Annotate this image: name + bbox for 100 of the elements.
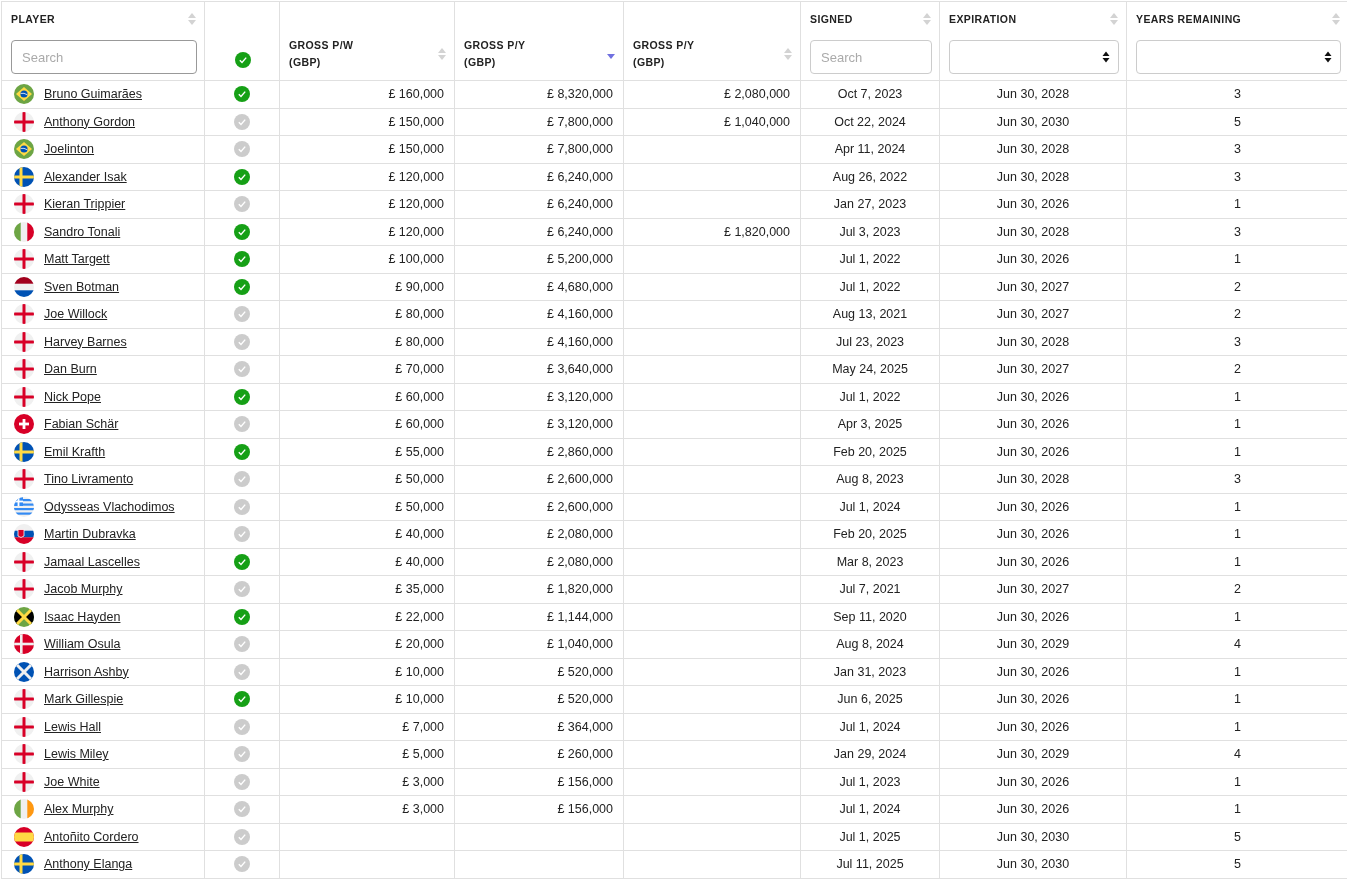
table-cell: £ 7,000 [402, 719, 444, 734]
table-cell: Jul 1, 2022 [839, 389, 901, 404]
updown-caret-icon [1324, 51, 1332, 63]
search-field[interactable]: Search [11, 40, 197, 74]
table-cell: Aug 13, 2021 [832, 307, 908, 322]
table-cell: £ 2,600,000 [546, 472, 613, 487]
player-link[interactable]: Fabian Schär [44, 417, 119, 432]
table-cell: £ 40,000 [395, 554, 444, 569]
table-cell: £ 3,120,000 [546, 389, 613, 404]
table-cell: Jul 11, 2025 [836, 857, 904, 872]
table-cell: £ 2,080,000 [546, 554, 613, 569]
table-cell: £ 10,000 [395, 664, 444, 679]
player-link[interactable]: Sven Botman [44, 279, 120, 294]
table-cell: Jun 30, 2027 [996, 362, 1070, 377]
table-cell: £ 22,000 [395, 609, 444, 624]
player-link[interactable]: Dan Burn [44, 362, 97, 377]
table-cell: 1 [1234, 417, 1241, 432]
player-link[interactable]: Joe Willock [44, 307, 108, 322]
table-cell: 1 [1234, 197, 1241, 212]
table-cell: 3 [1234, 472, 1241, 487]
table-cell: Jan 31, 2023 [833, 664, 907, 679]
table-cell: Jun 30, 2026 [996, 664, 1070, 679]
table-cell: Jul 1, 2024 [839, 499, 901, 514]
table-cell: Jun 6, 2025 [837, 692, 903, 707]
table-cell: 3 [1234, 334, 1241, 349]
table-cell: Jun 30, 2028 [996, 334, 1070, 349]
table-cell: Feb 20, 2025 [833, 527, 907, 542]
table-cell: Apr 3, 2025 [837, 417, 903, 432]
table-cell: Jun 30, 2027 [996, 582, 1070, 597]
table-cell: £ 1,040,000 [546, 637, 613, 652]
table-cell: Jul 1, 2025 [839, 829, 901, 844]
table-cell: £ 6,240,000 [546, 224, 613, 239]
table-cell: Apr 11, 2024 [834, 142, 906, 157]
table-cell: £ 156,000 [557, 802, 613, 817]
table-cell: 1 [1234, 554, 1241, 569]
table-cell: Jun 30, 2028 [996, 472, 1070, 487]
table-cell: Jun 30, 2026 [996, 719, 1070, 734]
table-cell: Jun 30, 2030 [996, 114, 1070, 129]
table-cell: Feb 20, 2025 [833, 444, 907, 459]
table-cell: £ 90,000 [395, 279, 444, 294]
table-cell: 4 [1234, 637, 1241, 652]
player-link[interactable]: Lewis Hall [44, 719, 101, 734]
dropdown-field[interactable] [1136, 40, 1341, 74]
table-cell: £ 1,040,000 [723, 114, 790, 129]
table-cell: £ 6,240,000 [546, 197, 613, 212]
player-link[interactable]: Nick Pope [44, 389, 101, 404]
table-cell: Jun 30, 2028 [996, 87, 1070, 102]
table-cell: Jun 30, 2029 [996, 637, 1070, 652]
table-cell: £ 2,080,000 [723, 87, 790, 102]
table-cell: Jun 30, 2030 [996, 829, 1070, 844]
table-cell: Jun 30, 2026 [996, 444, 1070, 459]
table-cell: £ 3,640,000 [546, 362, 613, 377]
table-cell: Jun 30, 2028 [996, 169, 1070, 184]
table-cell: £ 3,000 [402, 802, 444, 817]
table-cell: £ 156,000 [557, 774, 613, 789]
player-link[interactable]: Alex Murphy [44, 802, 114, 817]
table-cell: 4 [1234, 747, 1241, 762]
player-link[interactable]: Emil Krafth [44, 444, 106, 459]
table-cell: £ 364,000 [557, 719, 613, 734]
table-cell: Jun 30, 2026 [996, 417, 1070, 432]
table-cell: £ 10,000 [395, 692, 444, 707]
table-cell: Jun 30, 2027 [996, 307, 1070, 322]
player-link[interactable]: Joelinton [44, 142, 95, 157]
table-cell: £ 80,000 [395, 307, 444, 322]
table-cell: 1 [1234, 802, 1241, 817]
table-cell: £ 120,000 [388, 197, 444, 212]
table-cell: £ 4,160,000 [546, 307, 613, 322]
table-cell: £ 60,000 [395, 417, 444, 432]
table-cell: £ 4,680,000 [546, 279, 613, 294]
table-cell: 2 [1234, 307, 1241, 322]
table-cell: Jun 30, 2026 [996, 527, 1070, 542]
table-cell: 3 [1234, 142, 1241, 157]
dropdown-field[interactable] [949, 40, 1119, 74]
table-cell: £ 40,000 [395, 527, 444, 542]
player-link[interactable]: Lewis Miley [44, 747, 109, 762]
check-icon [235, 52, 251, 68]
table-cell: £ 5,000 [402, 747, 444, 762]
table-cell: 1 [1234, 527, 1241, 542]
table-cell: £ 1,820,000 [723, 224, 790, 239]
table-cell: £ 8,320,000 [546, 87, 613, 102]
table-cell: £ 7,800,000 [546, 142, 613, 157]
search-field[interactable]: Search [810, 40, 932, 74]
table-cell: £ 20,000 [395, 637, 444, 652]
table-cell: £ 520,000 [557, 692, 613, 707]
table-cell: £ 50,000 [395, 472, 444, 487]
table-cell: Jul 1, 2024 [839, 719, 901, 734]
column-header-unit: (GBP) [633, 56, 666, 68]
table-cell: 1 [1234, 252, 1241, 267]
table-cell: £ 50,000 [395, 499, 444, 514]
player-link[interactable]: Matt Targett [44, 252, 110, 267]
table-cell: 1 [1234, 609, 1241, 624]
table-cell: Jun 30, 2026 [996, 554, 1070, 569]
player-link[interactable]: Joe White [44, 774, 100, 789]
table-cell: 1 [1234, 774, 1241, 789]
table-cell: 3 [1234, 169, 1241, 184]
table-cell: £ 100,000 [388, 252, 444, 267]
table-cell: Aug 8, 2024 [836, 637, 904, 652]
table-cell: 5 [1234, 829, 1241, 844]
table-cell: Jul 1, 2023 [839, 774, 901, 789]
table-cell: £ 7,800,000 [546, 114, 613, 129]
